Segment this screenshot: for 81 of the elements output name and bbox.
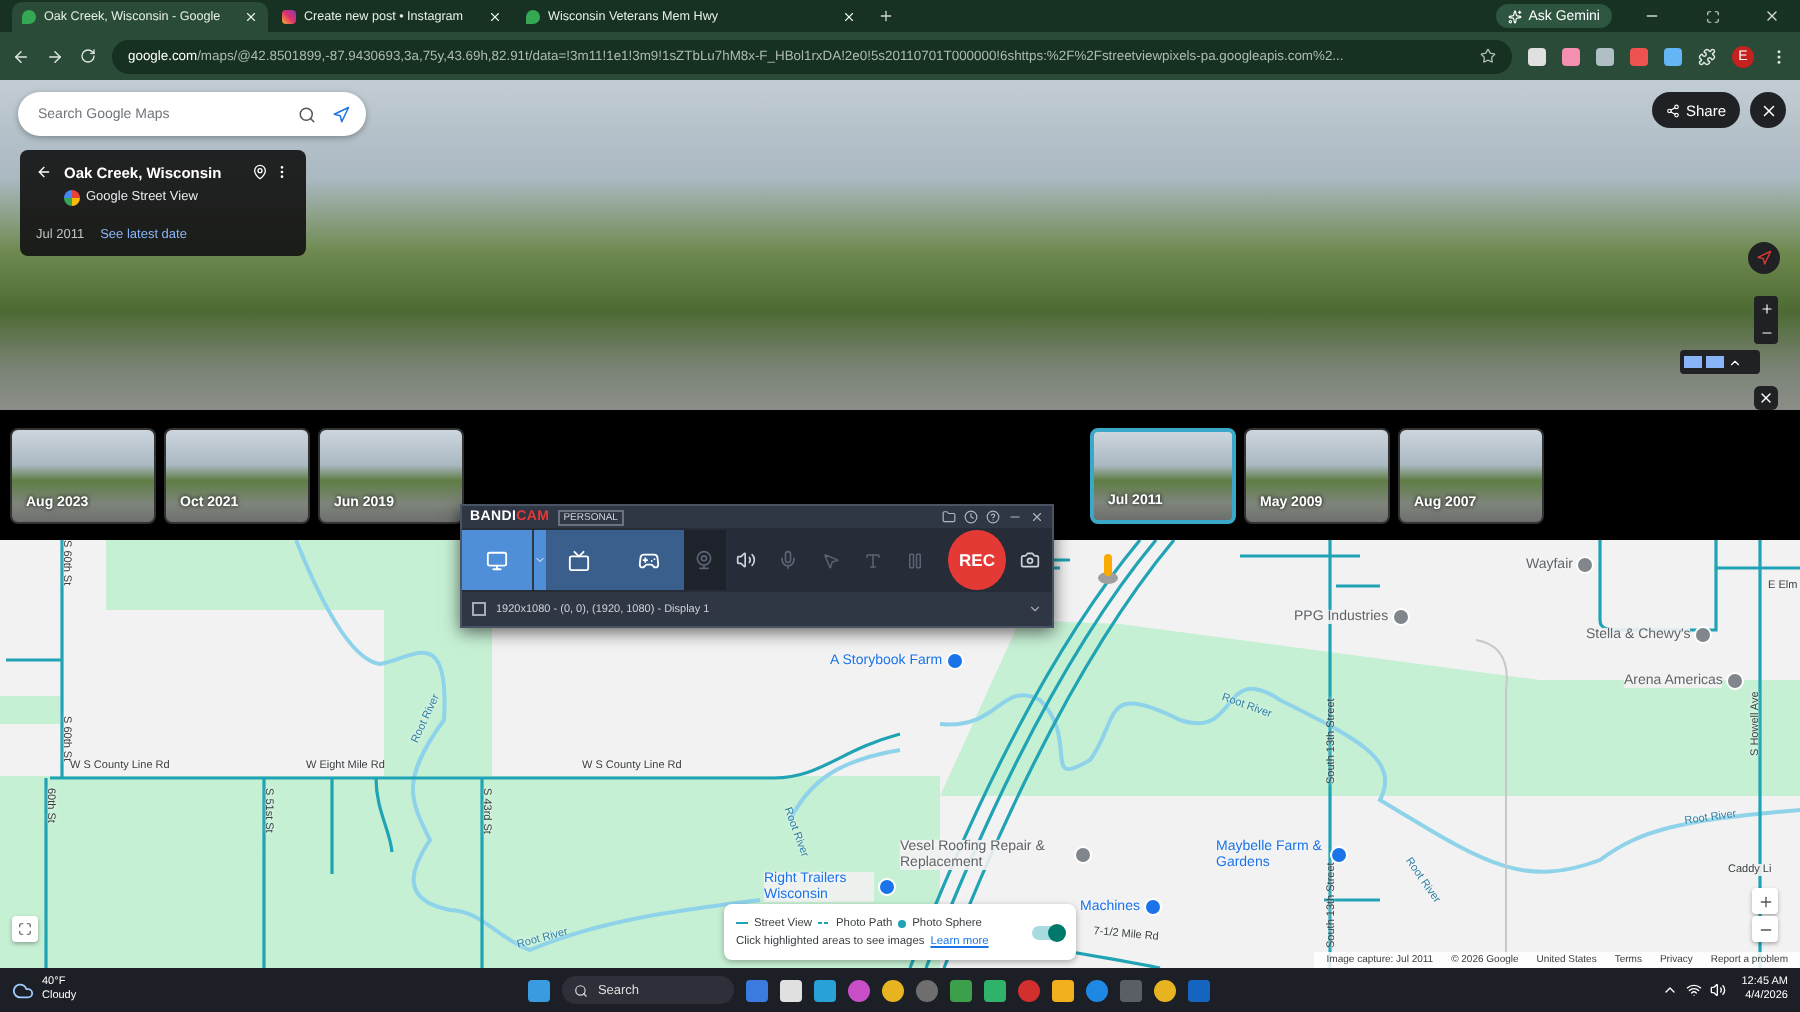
pause-icon bbox=[906, 551, 925, 569]
puzzle-icon[interactable] bbox=[1698, 47, 1716, 65]
minimize-icon[interactable] bbox=[1008, 510, 1022, 524]
compass-button[interactable] bbox=[1748, 242, 1780, 274]
app-icon[interactable] bbox=[881, 979, 904, 1001]
google-logo-icon bbox=[64, 189, 80, 206]
place-pin-icon[interactable] bbox=[1330, 846, 1348, 865]
speaker-icon bbox=[736, 550, 757, 570]
share-icon bbox=[1665, 103, 1680, 117]
checkbox[interactable] bbox=[472, 602, 486, 616]
device-mode-button[interactable] bbox=[545, 530, 615, 590]
place-pin-icon[interactable] bbox=[1726, 672, 1745, 690]
weather-cloud-icon bbox=[12, 979, 34, 1001]
chevron-up-icon bbox=[1728, 355, 1742, 369]
sparkle-icon bbox=[1508, 9, 1523, 23]
compass-needle-icon bbox=[1756, 250, 1772, 266]
forward-icon[interactable] bbox=[46, 47, 64, 65]
microphone-icon bbox=[778, 550, 799, 570]
cursor-icon bbox=[821, 551, 840, 569]
help-icon[interactable] bbox=[986, 510, 1000, 524]
place-pin-icon[interactable] bbox=[1392, 608, 1411, 626]
close-icon bbox=[1758, 390, 1774, 406]
street-view-toggle[interactable] bbox=[1032, 925, 1064, 939]
tv-icon bbox=[568, 549, 591, 571]
app-icon[interactable] bbox=[1153, 979, 1176, 1001]
bookmark-star-icon[interactable] bbox=[1480, 48, 1496, 64]
record-button[interactable]: REC bbox=[948, 530, 1006, 590]
place-pin-icon[interactable] bbox=[946, 652, 965, 670]
close-button[interactable] bbox=[1750, 92, 1786, 128]
start-icon[interactable] bbox=[527, 979, 550, 1001]
back-icon[interactable] bbox=[12, 47, 30, 65]
webcam-icon bbox=[694, 550, 715, 570]
place-pin-icon[interactable] bbox=[1576, 556, 1595, 574]
gamepad-icon bbox=[637, 549, 660, 571]
back-icon[interactable] bbox=[36, 164, 52, 180]
close-icon bbox=[244, 10, 258, 24]
caret-icon bbox=[533, 554, 546, 566]
reload-icon[interactable] bbox=[80, 48, 96, 64]
fullscreen-button[interactable] bbox=[12, 916, 38, 942]
plus-icon bbox=[1757, 893, 1773, 909]
app-icon[interactable] bbox=[779, 979, 802, 1001]
tray-chevron-icon[interactable] bbox=[1661, 982, 1678, 998]
search-icon bbox=[573, 983, 588, 997]
directions-icon[interactable] bbox=[332, 105, 350, 123]
place-pin-icon[interactable] bbox=[1694, 626, 1713, 644]
map-pin-icon[interactable] bbox=[252, 164, 268, 180]
toggle-knob bbox=[1048, 923, 1066, 941]
search-icon[interactable] bbox=[298, 105, 316, 123]
close-icon bbox=[842, 10, 856, 24]
screen-mode-button[interactable] bbox=[462, 530, 532, 590]
wifi-icon[interactable] bbox=[1685, 982, 1702, 998]
plus-icon bbox=[1759, 301, 1773, 315]
close-icon bbox=[488, 10, 502, 24]
monitor-icon bbox=[485, 549, 508, 571]
app-icon[interactable] bbox=[1051, 979, 1074, 1001]
text-icon bbox=[863, 551, 882, 569]
close-icon[interactable] bbox=[1030, 510, 1044, 524]
volume-icon[interactable] bbox=[1709, 982, 1726, 998]
close-icon[interactable] bbox=[1764, 8, 1780, 24]
app-icon[interactable] bbox=[983, 979, 1006, 1001]
map-thumbnail-toggle[interactable] bbox=[1680, 350, 1760, 374]
zoom-out-button[interactable] bbox=[1752, 916, 1778, 942]
map-pin-icon bbox=[22, 10, 36, 24]
camera-icon bbox=[1020, 550, 1041, 570]
maximize-icon[interactable] bbox=[1705, 9, 1719, 23]
pegman-icon[interactable] bbox=[1098, 552, 1118, 584]
zoom-in-button[interactable] bbox=[1752, 888, 1778, 914]
place-pin-icon[interactable] bbox=[1143, 898, 1162, 916]
new-tab-icon[interactable] bbox=[878, 8, 894, 24]
camera-logo-icon bbox=[282, 10, 296, 24]
game-mode-button[interactable] bbox=[614, 530, 684, 590]
close-icon bbox=[1759, 101, 1777, 119]
dot-icon bbox=[898, 919, 907, 927]
caret-icon[interactable] bbox=[1028, 602, 1042, 616]
place-pin-icon[interactable] bbox=[1074, 846, 1092, 865]
clock-icon[interactable] bbox=[964, 510, 978, 524]
map-pin-icon bbox=[526, 10, 540, 24]
app-icon[interactable] bbox=[813, 979, 836, 1001]
folder-icon[interactable] bbox=[942, 510, 956, 524]
close-button[interactable] bbox=[1754, 386, 1778, 410]
fullscreen-icon bbox=[18, 922, 32, 936]
